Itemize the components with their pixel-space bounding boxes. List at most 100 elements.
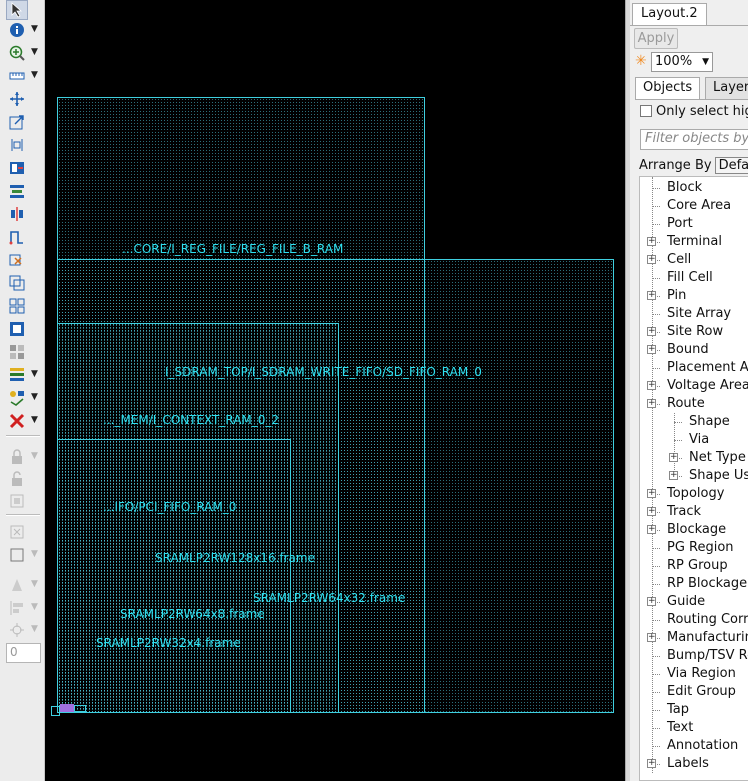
zoom-in-icon[interactable] (6, 43, 28, 63)
tree-item-voltage-area[interactable]: Voltage Area (667, 377, 748, 395)
zoom-select[interactable]: 100% ▼ (651, 52, 713, 72)
expand-plus-icon[interactable]: + (647, 759, 656, 768)
spacing-icon[interactable] (6, 204, 28, 224)
tree-item-fill-cell[interactable]: Fill Cell (667, 269, 713, 287)
tree-item-topology[interactable]: Topology (667, 485, 724, 503)
tree-item-pg-region[interactable]: PG Region (667, 539, 734, 557)
expand-plus-icon[interactable]: + (647, 291, 656, 300)
tree-item-block[interactable]: Block (667, 179, 702, 197)
brightness-icon[interactable]: ✳ (635, 53, 647, 69)
expand-plus-icon[interactable]: + (647, 507, 656, 516)
chevron-down-icon[interactable]: ▼ (31, 369, 38, 379)
route-icon[interactable] (6, 227, 28, 247)
only-select-checkbox[interactable] (640, 105, 652, 117)
value-input[interactable]: 0 (6, 643, 41, 663)
tree-item-site-row[interactable]: Site Row (667, 323, 723, 341)
move-icon[interactable] (6, 89, 28, 109)
expand-plus-icon[interactable]: + (647, 633, 656, 642)
tree-branch-line (652, 692, 660, 693)
cut-icon[interactable] (6, 250, 28, 270)
unlock-icon[interactable] (6, 469, 28, 489)
tree-item-tap[interactable]: Tap (667, 701, 689, 719)
target-icon[interactable] (6, 620, 28, 640)
layers-icon[interactable] (6, 388, 28, 408)
grid-icon[interactable] (6, 342, 28, 362)
expand-plus-icon[interactable]: + (647, 345, 656, 354)
tree-branch-line (652, 728, 660, 729)
tree-item-track[interactable]: Track (667, 503, 701, 521)
place-icon[interactable] (6, 319, 28, 339)
stretch-icon[interactable] (6, 112, 28, 132)
distribute-icon[interactable] (6, 181, 28, 201)
paint-icon[interactable] (6, 575, 28, 595)
lock-icon[interactable] (6, 447, 28, 467)
chevron-down-icon[interactable]: ▼ (31, 70, 38, 80)
tree-item-terminal[interactable]: Terminal (667, 233, 722, 251)
group-icon[interactable] (6, 296, 28, 316)
tree-item-text[interactable]: Text (667, 719, 693, 737)
ruler-icon[interactable] (6, 66, 28, 86)
chevron-down-icon: ▼ (31, 451, 38, 461)
tree-item-site-array[interactable]: Site Array (667, 305, 731, 323)
tab-objects[interactable]: Objects (635, 77, 701, 100)
tree-item-annotation[interactable]: Annotation (667, 737, 738, 755)
tree-item-routing-corridor[interactable]: Routing Corridor (667, 611, 748, 629)
only-select-highlighted-option[interactable]: Only select highlighted (640, 104, 748, 119)
tab-layout-2[interactable]: Layout.2 (632, 3, 707, 25)
arrange-by-select[interactable]: Default (714, 157, 748, 174)
delete-icon[interactable] (6, 411, 28, 431)
tree-item-manufacturing[interactable]: Manufacturing (667, 629, 748, 647)
expand-plus-icon[interactable]: + (647, 489, 656, 498)
resize-icon[interactable] (6, 273, 28, 293)
tab-layers[interactable]: Layers (705, 77, 748, 100)
tree-item-route[interactable]: Route (667, 395, 705, 413)
align-left-icon[interactable] (6, 598, 28, 618)
select-arrow-icon[interactable] (6, 0, 28, 20)
tree-item-labels[interactable]: Labels (667, 755, 709, 773)
tree-item-shape[interactable]: Shape (689, 413, 730, 431)
small-cell[interactable] (60, 704, 74, 712)
expand-plus-icon[interactable]: + (647, 525, 656, 534)
filter-objects-input[interactable]: Filter objects by name (640, 129, 748, 150)
tree-item-pin[interactable]: Pin (667, 287, 686, 305)
tree-item-edit-group[interactable]: Edit Group (667, 683, 736, 701)
apply-button[interactable]: Apply (634, 28, 678, 49)
box-select-icon[interactable] (6, 522, 28, 542)
tree-item-blockage[interactable]: Blockage (667, 521, 726, 539)
expand-plus-icon[interactable]: + (647, 255, 656, 264)
tree-item-shape-use[interactable]: Shape Use (689, 467, 748, 485)
expand-plus-icon[interactable]: + (647, 597, 656, 606)
expand-plus-icon[interactable]: + (669, 471, 678, 480)
tree-item-rp-blockage[interactable]: RP Blockage (667, 575, 747, 593)
frame-label: SRAMLP2RW64x8.frame (120, 607, 265, 621)
snap-icon[interactable] (6, 158, 28, 178)
chevron-down-icon[interactable]: ▼ (31, 47, 38, 57)
tree-item-port[interactable]: Port (667, 215, 693, 233)
tree-item-via-region[interactable]: Via Region (667, 665, 736, 683)
bbox-icon[interactable] (6, 491, 28, 511)
tree-item-guide[interactable]: Guide (667, 593, 705, 611)
tree-item-net-type[interactable]: Net Type (689, 449, 746, 467)
tree-item-cell[interactable]: Cell (667, 251, 691, 269)
highlight-icon[interactable] (6, 365, 28, 385)
expand-plus-icon[interactable]: + (647, 237, 656, 246)
rect-icon[interactable] (6, 545, 28, 565)
tree-item-bump-tsv-region[interactable]: Bump/TSV Region (667, 647, 748, 665)
tree-item-placement-area[interactable]: Placement Area (667, 359, 748, 377)
tree-item-rp-group[interactable]: RP Group (667, 557, 728, 575)
tree-item-via[interactable]: Via (689, 431, 709, 449)
expand-plus-icon[interactable]: + (647, 327, 656, 336)
info-icon[interactable] (6, 20, 28, 40)
align-icon[interactable] (6, 135, 28, 155)
tree-item-bound[interactable]: Bound (667, 341, 709, 359)
expand-plus-icon[interactable]: + (647, 381, 656, 390)
small-cell[interactable] (74, 705, 86, 712)
layout-canvas[interactable]: ...CORE/I_REG_FILE/REG_FILE_B_RAM I_SDRA… (45, 0, 625, 781)
tree-item-core-area[interactable]: Core Area (667, 197, 731, 215)
expand-plus-icon[interactable]: + (647, 399, 656, 408)
chevron-down-icon[interactable]: ▼ (31, 415, 38, 425)
chevron-down-icon[interactable]: ▼ (31, 392, 38, 402)
expand-plus-icon[interactable]: + (669, 453, 678, 462)
chevron-down-icon[interactable]: ▼ (31, 24, 38, 34)
macro-pci-fifo-ram[interactable] (57, 439, 291, 713)
